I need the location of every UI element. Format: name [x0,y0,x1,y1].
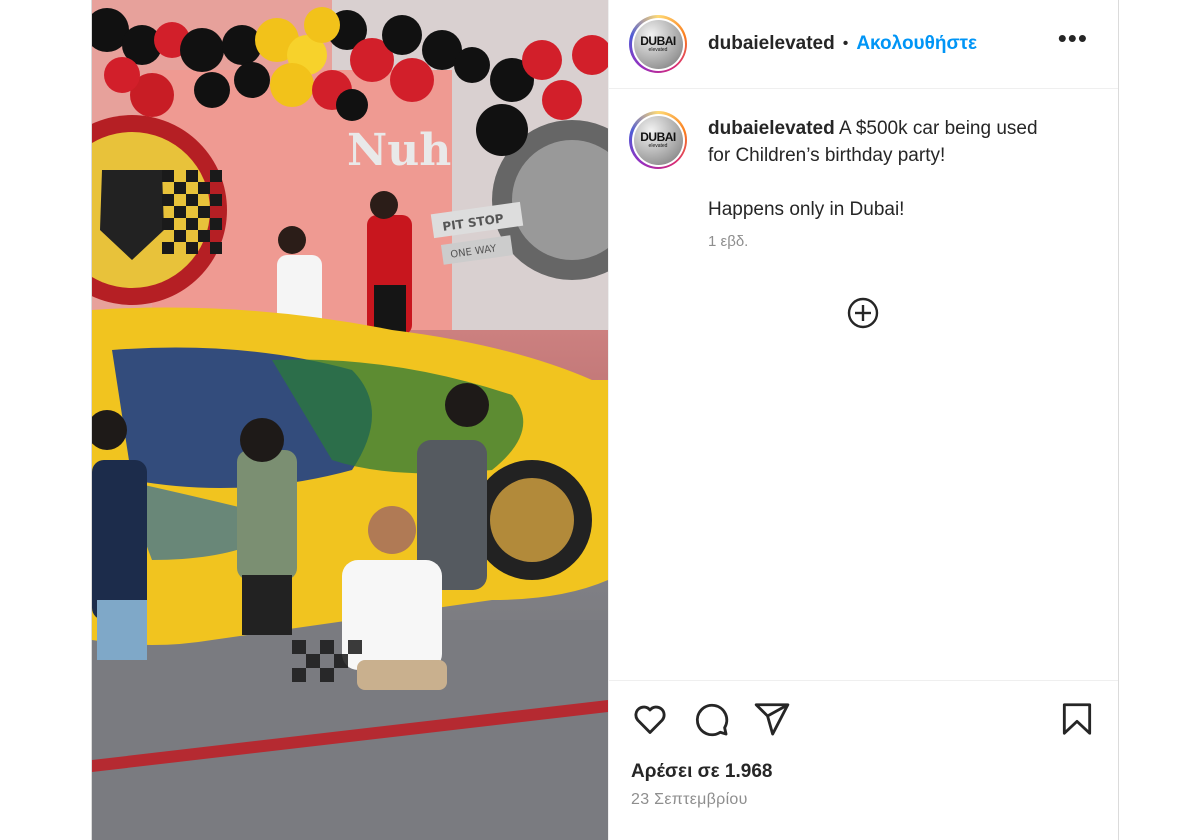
birthday-party-photo: Nuh PIT STOP ONE WAY [92,0,608,840]
post-sidebar: DUBAI elevated dubaielevated • Ακολουθήσ… [608,0,1118,840]
avatar-logo: DUBAI elevated [633,19,683,69]
post-header: DUBAI elevated dubaielevated • Ακολουθήσ… [609,0,1118,89]
more-options-icon[interactable]: ••• [1058,25,1088,55]
backdrop-name-text: Nuh [347,125,451,176]
share-icon[interactable] [753,700,791,738]
caption-avatar[interactable]: DUBAI elevated [629,111,687,169]
action-bar: Αρέσει σε 1.968 23 Σεπτεμβρίου [609,680,1118,840]
comment-icon[interactable] [692,700,730,738]
caption-username-link[interactable]: dubaielevated [708,118,835,139]
avatar-logo-subtext: elevated [648,143,668,149]
comments-section: DUBAI elevated dubaielevated A $500k car… [609,89,1118,680]
header-avatar[interactable]: DUBAI elevated [629,15,687,73]
header-separator: • [842,35,849,52]
avatar-logo-text: DUBAI [640,130,676,144]
avatar-logo-subtext: elevated [648,47,668,53]
post-photo[interactable]: Nuh PIT STOP ONE WAY [92,0,608,840]
caption-line-3: Happens only in Dubai! [708,199,905,220]
add-comment-icon[interactable] [847,297,879,329]
post-date[interactable]: 23 Σεπτεμβρίου [631,791,1096,809]
avatar-logo: DUBAI elevated [633,115,683,165]
caption-timestamp: 1 εβδ. [708,233,749,250]
follow-button[interactable]: Ακολουθήστε [856,33,977,55]
likes-count[interactable]: Αρέσει σε 1.968 [631,761,1096,783]
caption-line-2: for Children’s birthday party! [708,145,946,166]
instagram-post: Nuh PIT STOP ONE WAY DUBAI elevated duba… [91,0,1119,840]
action-icons [631,681,1096,757]
caption: DUBAI elevated dubaielevated A $500k car… [629,111,1098,255]
avatar-logo-text: DUBAI [640,34,676,48]
caption-text: dubaielevated A $500k car being used for… [708,115,1088,255]
bookmark-icon[interactable] [1058,700,1096,738]
caption-line-1: A $500k car being used [838,118,1038,139]
heart-icon[interactable] [631,700,669,738]
header-username-link[interactable]: dubaielevated [708,33,835,55]
